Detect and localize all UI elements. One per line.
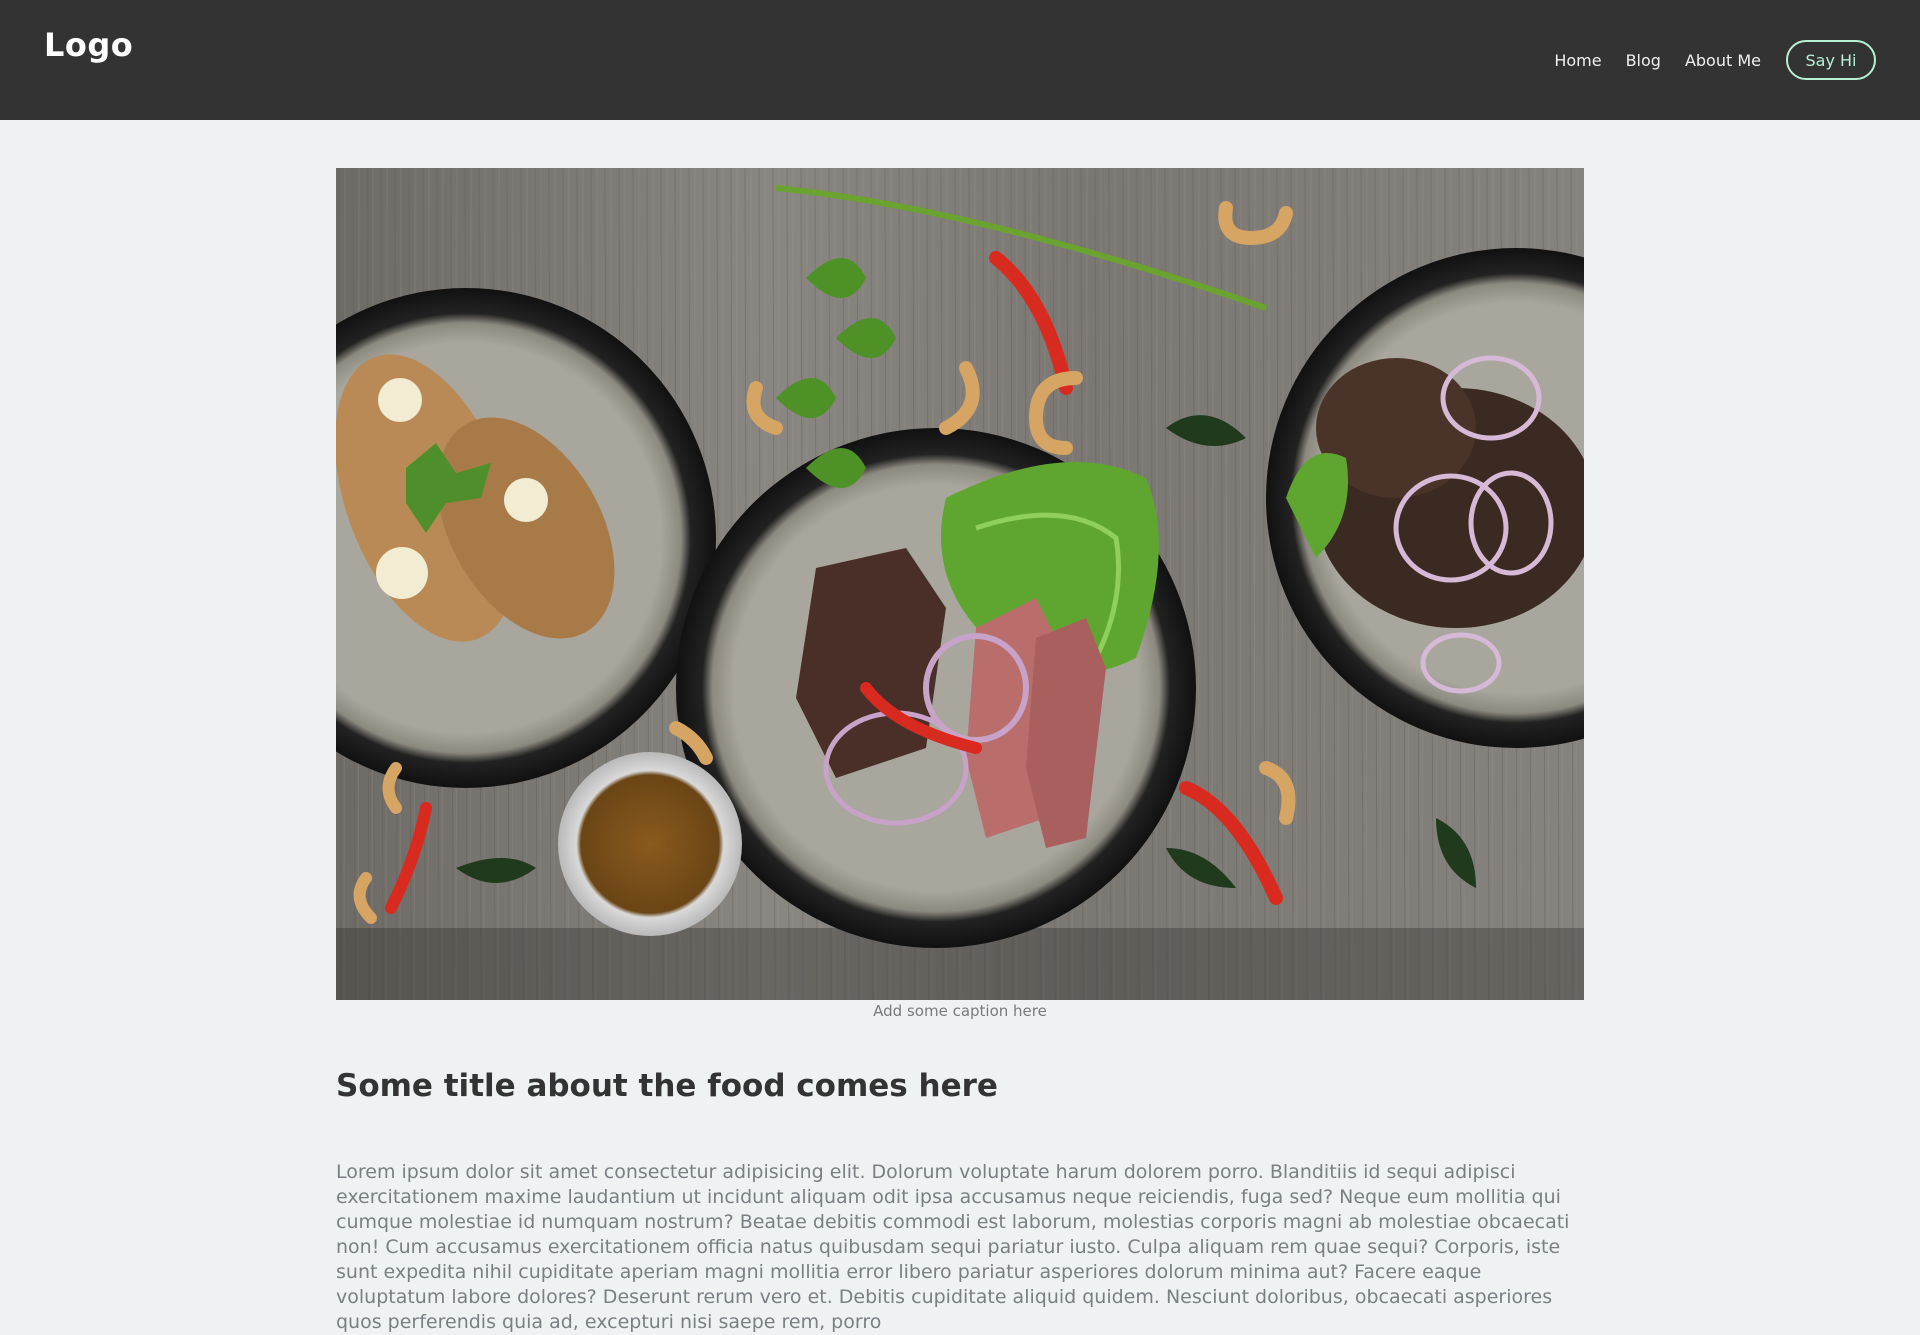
- main-nav: Home Blog About Me Say Hi: [1554, 40, 1876, 80]
- image-caption: Add some caption here: [873, 1002, 1047, 1020]
- article-title: Some title about the food comes here: [336, 1068, 998, 1104]
- article-body: Lorem ipsum dolor sit amet consectetur a…: [336, 1161, 1570, 1333]
- nav-blog-link[interactable]: Blog: [1626, 51, 1661, 70]
- site-logo[interactable]: Logo: [44, 26, 133, 64]
- nav-about-link[interactable]: About Me: [1685, 51, 1761, 70]
- hero-food-image: [336, 168, 1584, 1000]
- top-navbar: Logo Home Blog About Me Say Hi: [0, 0, 1920, 120]
- say-hi-button[interactable]: Say Hi: [1786, 40, 1876, 80]
- nav-home-link[interactable]: Home: [1554, 51, 1601, 70]
- food-photo-illustration: [336, 168, 1584, 1000]
